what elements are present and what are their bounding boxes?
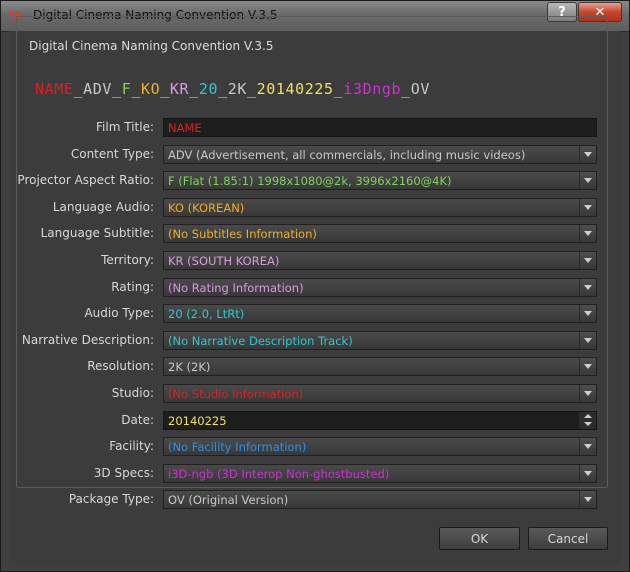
projector-aspect-ratio-label: Projector Aspect Ratio: <box>17 173 154 187</box>
filename-preview: NAME_ADV_F_KO_KR_20_2K_20140225_i3Dngb_O… <box>35 80 430 98</box>
preview-segment: 20140225 <box>256 80 334 98</box>
preview-segment: _ <box>333 80 344 98</box>
preview-segment: _ <box>160 80 170 98</box>
date-value: 20140225 <box>168 414 227 428</box>
content-type-select[interactable]: ADV (Advertisement, all commercials, inc… <box>163 145 597 164</box>
preview-segment: _ <box>246 80 257 98</box>
projector-aspect-ratio-value: F (Flat (1.85:1) 1998x1080@2k, 3996x2160… <box>168 174 452 188</box>
chevron-down-icon[interactable] <box>579 279 596 296</box>
3d-specs-select[interactable]: i3D-ngb (3D Interop Non-ghostbusted) <box>163 464 597 483</box>
language-subtitle-value: (No Subtitles Information) <box>168 227 317 241</box>
rating-select[interactable]: (No Rating Information) <box>163 278 597 297</box>
cancel-button[interactable]: Cancel <box>528 527 608 550</box>
film-title-input[interactable]: NAME <box>163 118 597 137</box>
resolution-value: 2K (2K) <box>168 360 211 374</box>
studio-label: Studio: <box>111 386 154 400</box>
preview-segment: i3Dngb <box>343 80 402 98</box>
language-audio-label: Language Audio: <box>52 200 154 214</box>
preview-segment: 2K <box>227 80 247 98</box>
studio-select[interactable]: (No Studio Information) <box>163 384 597 403</box>
chevron-down-icon[interactable] <box>579 438 596 455</box>
preview-segment: _ <box>189 80 199 98</box>
facility-label: Facility: <box>109 439 154 453</box>
preview-segment: ADV <box>83 80 113 98</box>
chevron-down-icon[interactable] <box>579 305 596 322</box>
narrative-description-label: Narrative Description: <box>21 333 154 347</box>
facility-select[interactable]: (No Facility Information) <box>163 437 597 456</box>
territory-label: Territory: <box>101 253 154 267</box>
chevron-down-icon[interactable] <box>579 225 596 242</box>
audio-type-value: 20 (2.0, LtRt) <box>168 307 245 321</box>
preview-segment: _ <box>131 80 141 98</box>
date-input[interactable]: 20140225 <box>163 411 597 430</box>
chevron-down-icon[interactable] <box>579 385 596 402</box>
preview-segment: KO <box>141 80 161 98</box>
content-type-value: ADV (Advertisement, all commercials, inc… <box>168 148 526 162</box>
rating-label: Rating: <box>111 280 154 294</box>
language-audio-select[interactable]: KO (KOREAN) <box>163 198 597 217</box>
audio-type-label: Audio Type: <box>84 306 154 320</box>
preview-segment: _ <box>73 80 84 98</box>
projector-aspect-ratio-select[interactable]: F (Flat (1.85:1) 1998x1080@2k, 3996x2160… <box>163 171 597 190</box>
3d-specs-label: 3D Specs: <box>93 466 154 480</box>
chevron-down-icon[interactable] <box>579 199 596 216</box>
preview-segment: _ <box>218 80 228 98</box>
preview-segment: KR <box>169 80 190 98</box>
group-title: Digital Cinema Naming Convention V.3.5 <box>25 39 278 53</box>
film-title-label: Film Title: <box>96 120 154 134</box>
3d-specs-value: i3D-ngb (3D Interop Non-ghostbusted) <box>168 467 390 481</box>
studio-value: (No Studio Information) <box>168 387 304 401</box>
narrative-description-value: (No Narrative Description Track) <box>168 334 353 348</box>
ok-button[interactable]: OK <box>439 527 520 550</box>
preview-segment: OV <box>410 80 431 98</box>
chevron-down-icon[interactable] <box>579 172 596 189</box>
package-type-label: Package Type: <box>68 492 154 506</box>
chevron-down-icon[interactable] <box>579 252 596 269</box>
territory-select[interactable]: KR (SOUTH KOREA) <box>163 251 597 270</box>
preview-segment: _ <box>401 80 411 98</box>
language-subtitle-label: Language Subtitle: <box>40 226 154 240</box>
rating-value: (No Rating Information) <box>168 281 304 295</box>
film-title-value: NAME <box>168 121 202 135</box>
chevron-down-icon[interactable] <box>579 358 596 375</box>
resolution-label: Resolution: <box>87 359 154 373</box>
chevron-down-icon[interactable] <box>579 465 596 482</box>
package-type-value: OV (Original Version) <box>168 493 289 507</box>
preview-segment: F <box>121 80 132 98</box>
package-type-select[interactable]: OV (Original Version) <box>163 490 597 509</box>
content-type-label: Content Type: <box>70 147 154 161</box>
spinner-arrows-icon[interactable] <box>579 412 596 429</box>
narrative-description-select[interactable]: (No Narrative Description Track) <box>163 331 597 350</box>
facility-value: (No Facility Information) <box>168 440 307 454</box>
date-label: Date: <box>121 413 154 427</box>
chevron-down-icon[interactable] <box>579 491 596 508</box>
preview-segment: _ <box>112 80 122 98</box>
resolution-select[interactable]: 2K (2K) <box>163 357 597 376</box>
audio-type-select[interactable]: 20 (2.0, LtRt) <box>163 304 597 323</box>
preview-segment: 20 <box>198 80 219 98</box>
dialog-window: ʰA Digital Cinema Naming Convention V.3.… <box>0 0 630 572</box>
language-audio-value: KO (KOREAN) <box>168 201 245 215</box>
preview-segment: NAME <box>35 80 74 98</box>
chevron-down-icon[interactable] <box>579 332 596 349</box>
language-subtitle-select[interactable]: (No Subtitles Information) <box>163 224 597 243</box>
territory-value: KR (SOUTH KOREA) <box>168 254 280 268</box>
chevron-down-icon[interactable] <box>579 146 596 163</box>
